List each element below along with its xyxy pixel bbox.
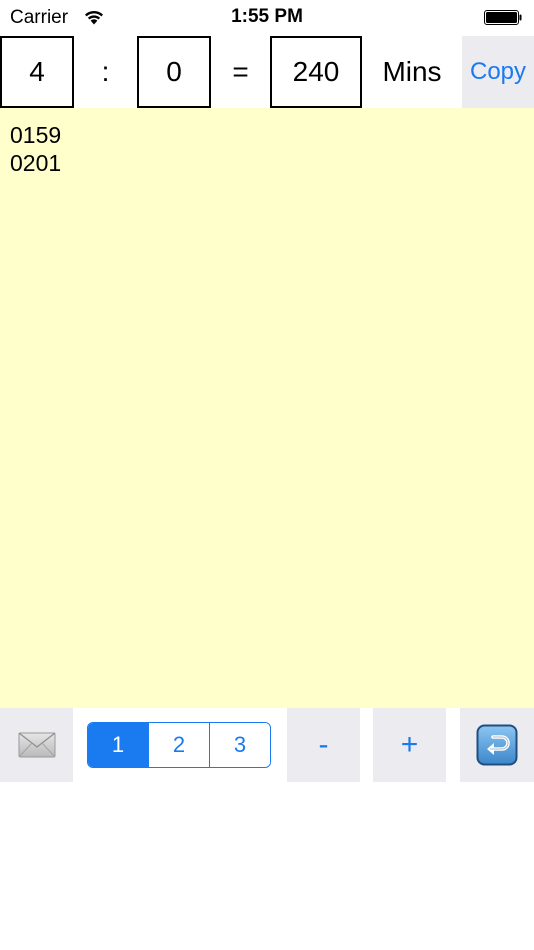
battery-icon: [484, 10, 522, 25]
segment-2[interactable]: 2: [148, 723, 209, 767]
copy-button[interactable]: Copy: [462, 36, 534, 108]
time-converter-row: 4 : 0 = 240 Mins Copy: [0, 36, 534, 108]
clock: 1:55 PM: [231, 6, 303, 27]
minutes-value: 0: [166, 56, 182, 87]
minus-button[interactable]: -: [287, 708, 360, 782]
plus-button[interactable]: +: [373, 708, 446, 782]
segment-3[interactable]: 3: [209, 723, 270, 767]
plus-label: +: [400, 728, 419, 761]
mail-button[interactable]: [0, 708, 73, 782]
hours-value: 4: [29, 56, 45, 87]
segment-1[interactable]: 1: [88, 723, 148, 767]
total-minutes-value: 240: [292, 56, 340, 87]
page-segmented-control: 1 2 3: [87, 722, 271, 768]
minus-label: -: [318, 728, 329, 761]
envelope-icon: [18, 732, 55, 758]
unit-label: Mins: [382, 56, 442, 87]
return-arrow-icon: [476, 724, 518, 766]
total-minutes-field: 240: [270, 36, 362, 108]
hours-field[interactable]: 4: [0, 36, 74, 108]
minutes-field[interactable]: 0: [137, 36, 211, 108]
bottom-toolbar: 1 2 3 - +: [0, 708, 534, 782]
notes-line: 0159: [10, 122, 62, 148]
return-button[interactable]: [460, 708, 534, 782]
equals-sign: =: [232, 56, 249, 87]
status-bar: Carrier 1:55 PM: [0, 0, 534, 36]
app-screen: Carrier 1:55 PM 4 : 0 = 240 Mins Copy 01…: [0, 0, 534, 950]
colon-separator: :: [101, 56, 110, 87]
notes-line: 0201: [10, 150, 62, 176]
notes-text-area[interactable]: 0159 0201: [0, 108, 534, 708]
